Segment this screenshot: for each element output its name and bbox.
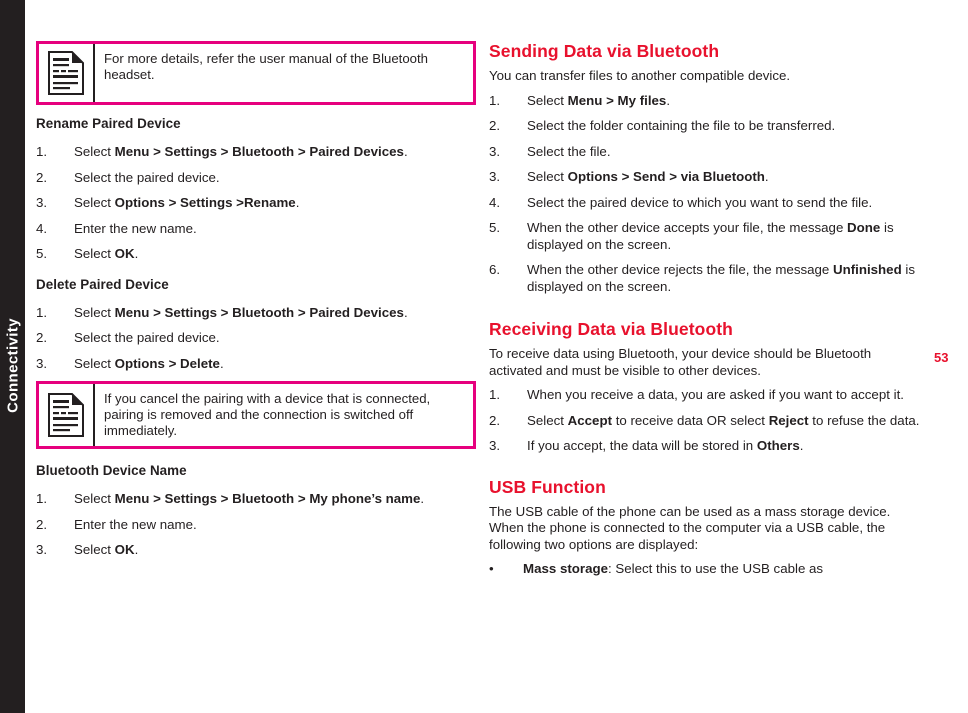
- heading-rename-paired-device: Rename Paired Device: [36, 116, 181, 131]
- step-marker: 6.: [489, 262, 501, 277]
- heading-receiving-data-via-bluetooth: Receiving Data via Bluetooth: [489, 319, 733, 339]
- step-marker: 4.: [489, 194, 501, 210]
- left-column: For more details, refer the user manual …: [36, 41, 476, 568]
- step-text: If you accept, the data will be stored i…: [527, 438, 804, 453]
- note-box-cancel-pairing: If you cancel the pairing with a device …: [36, 381, 476, 449]
- step-text: When you receive a data, you are asked i…: [527, 387, 904, 402]
- step-text: Select Menu > Settings > Bluetooth > My …: [74, 491, 425, 506]
- step-text: Select the paired device to which you wa…: [527, 194, 873, 210]
- intro-sending-data: You can transfer files to another compat…: [489, 68, 791, 83]
- step-marker: 1.: [489, 92, 501, 108]
- list-item: 5. Select OK.: [36, 246, 476, 263]
- document-note-icon: [48, 393, 84, 437]
- step-marker: 3.: [489, 169, 501, 184]
- step-text: Select the paired device.: [74, 169, 220, 185]
- list-item: 1. Select Menu > My files.: [489, 93, 921, 110]
- step-text: Select Options > Send > via Bluetooth.: [527, 169, 769, 184]
- step-text: When the other device rejects the file, …: [527, 262, 916, 294]
- list-item: 3. Select the file.: [489, 144, 921, 161]
- step-marker: 5.: [489, 220, 501, 235]
- step-text: Enter the new name.: [74, 516, 197, 532]
- step-marker: 2.: [489, 118, 501, 133]
- note-icon-cell: [39, 384, 95, 446]
- step-marker: 3.: [36, 542, 48, 557]
- list-item: 3. Select Options > Settings >Rename.: [36, 195, 476, 212]
- bullet-marker: •: [489, 561, 494, 576]
- step-text: Mass storage: Select this to use the USB…: [523, 561, 824, 576]
- manual-page: 53 For more details, refer the user manu…: [0, 0, 968, 713]
- list-item: 2. Select Accept to receive data OR sele…: [489, 413, 921, 430]
- step-marker: 2.: [36, 169, 48, 185]
- list-item: • Mass storage: Select this to use the U…: [489, 561, 921, 578]
- step-marker: 1.: [489, 387, 501, 402]
- page-number: 53: [934, 350, 949, 365]
- list-item: 2. Select the folder containing the file…: [489, 118, 921, 135]
- list-item: 2. Enter the new name.: [36, 517, 476, 534]
- note-box-manual-reference: For more details, refer the user manual …: [36, 41, 476, 105]
- step-text: Select the file.: [527, 143, 611, 159]
- step-text: Select Options > Delete.: [74, 355, 224, 371]
- step-marker: 5.: [36, 246, 48, 261]
- document-note-icon: [48, 51, 84, 95]
- list-item: 1. When you receive a data, you are aske…: [489, 387, 921, 404]
- list-item: 1. Select Menu > Settings > Bluetooth > …: [36, 491, 476, 508]
- intro-usb-function: The USB cable of the phone can be used a…: [489, 503, 891, 552]
- list-item: 3. If you accept, the data will be store…: [489, 438, 921, 455]
- list-item: 6. When the other device rejects the fil…: [489, 262, 921, 295]
- step-marker: 2.: [489, 412, 501, 428]
- step-marker: 3.: [489, 438, 501, 453]
- list-item: 3. Select Options > Send > via Bluetooth…: [489, 169, 921, 186]
- steps-receiving-data: 1. When you receive a data, you are aske…: [489, 387, 921, 455]
- list-item: 4. Select the paired device to which you…: [489, 195, 921, 212]
- step-marker: 3.: [489, 143, 501, 159]
- step-marker: 2.: [36, 516, 48, 532]
- list-item: 5. When the other device accepts your fi…: [489, 220, 921, 253]
- heading-sending-data-via-bluetooth: Sending Data via Bluetooth: [489, 41, 720, 61]
- step-marker: 2.: [36, 330, 48, 345]
- step-text: Select Accept to receive data OR select …: [527, 412, 920, 428]
- note-icon-cell: [39, 44, 95, 102]
- steps-usb-function: • Mass storage: Select this to use the U…: [489, 561, 921, 578]
- heading-usb-function: USB Function: [489, 476, 606, 497]
- step-text: Select the paired device.: [74, 330, 220, 345]
- steps-sending-data: 1. Select Menu > My files. 2. Select the…: [489, 93, 921, 296]
- step-text: Select Options > Settings >Rename.: [74, 195, 300, 210]
- step-text: Select OK.: [74, 246, 139, 261]
- step-marker: 1.: [36, 304, 48, 320]
- step-marker: 3.: [36, 195, 48, 210]
- step-text: When the other device accepts your file,…: [527, 220, 894, 252]
- step-marker: 1.: [36, 491, 48, 506]
- steps-rename-paired-device: 1. Select Menu > Settings > Bluetooth > …: [36, 144, 476, 263]
- list-item: 2. Select the paired device.: [36, 170, 476, 187]
- note-text: For more details, refer the user manual …: [104, 51, 428, 82]
- step-text: Select Menu > Settings > Bluetooth > Pai…: [74, 304, 408, 320]
- list-item: 3. Select Options > Delete.: [36, 356, 476, 373]
- step-marker: 4.: [36, 220, 48, 236]
- step-text: Select Menu > My files.: [527, 92, 671, 108]
- step-marker: 3.: [36, 355, 48, 371]
- list-item: 4. Enter the new name.: [36, 221, 476, 238]
- step-text: Enter the new name.: [74, 220, 197, 236]
- step-marker: 1.: [36, 144, 48, 159]
- steps-delete-paired-device: 1. Select Menu > Settings > Bluetooth > …: [36, 305, 476, 373]
- step-text: Select Menu > Settings > Bluetooth > Pai…: [74, 144, 408, 159]
- heading-delete-paired-device: Delete Paired Device: [36, 276, 169, 292]
- list-item: 3. Select OK.: [36, 542, 476, 559]
- step-text: Select OK.: [74, 542, 139, 557]
- step-text: Select the folder containing the file to…: [527, 118, 836, 133]
- list-item: 2. Select the paired device.: [36, 330, 476, 347]
- intro-receiving-data: To receive data using Bluetooth, your de…: [489, 346, 872, 378]
- list-item: 1. Select Menu > Settings > Bluetooth > …: [36, 305, 476, 322]
- list-item: 1. Select Menu > Settings > Bluetooth > …: [36, 144, 476, 161]
- steps-bluetooth-device-name: 1. Select Menu > Settings > Bluetooth > …: [36, 491, 476, 559]
- right-column: Sending Data via Bluetooth You can trans…: [489, 41, 921, 587]
- note-text: If you cancel the pairing with a device …: [104, 391, 431, 438]
- heading-bluetooth-device-name: Bluetooth Device Name: [36, 463, 187, 478]
